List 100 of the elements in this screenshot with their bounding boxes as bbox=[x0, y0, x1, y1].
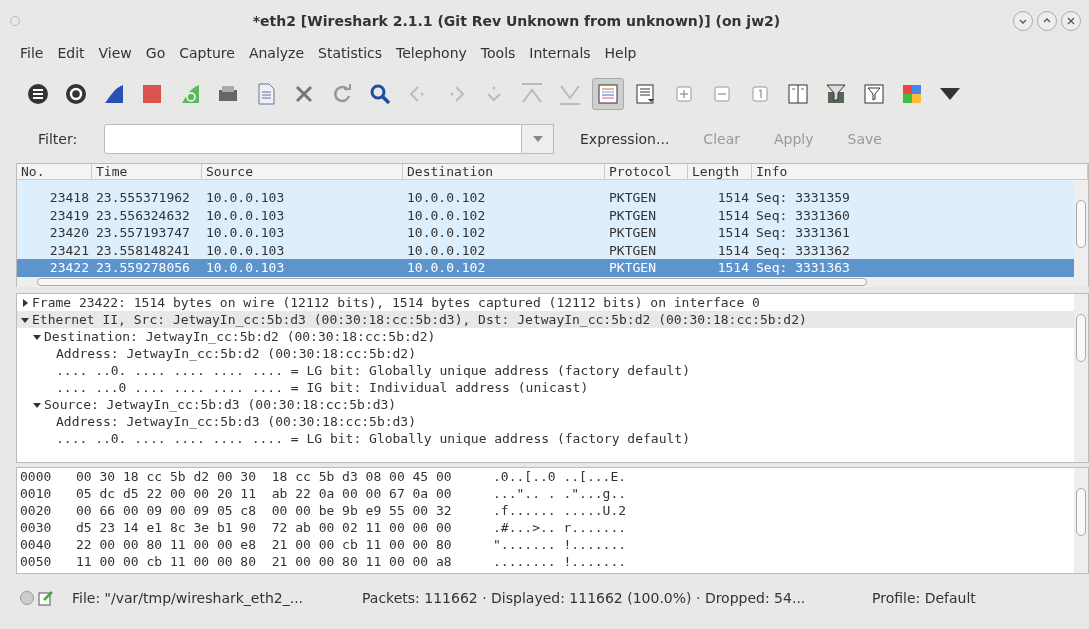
fin-icon bbox=[102, 82, 126, 106]
table-cell-text: 23422 bbox=[48, 260, 90, 276]
menu-item[interactable]: Capture bbox=[179, 45, 235, 61]
column-header[interactable]: Length bbox=[688, 164, 752, 179]
expanded-triangle-icon[interactable] bbox=[33, 400, 41, 409]
table-cell-text: 1514 bbox=[716, 207, 750, 223]
byte-offset: 0030 bbox=[20, 520, 53, 535]
capture-file-status: File: "/var/tmp/wireshark_eth2_... bbox=[72, 590, 305, 606]
minimize-button[interactable] bbox=[1013, 11, 1033, 31]
scrollbar[interactable] bbox=[1074, 294, 1088, 462]
filter-label: Filter: bbox=[38, 131, 79, 147]
menu-item[interactable]: Internals bbox=[529, 45, 591, 61]
profile-status[interactable]: Profile: Default bbox=[872, 590, 976, 606]
menu-item[interactable]: Tools bbox=[480, 45, 516, 61]
filter-field[interactable] bbox=[104, 124, 522, 154]
table-cell-text: 10.0.0.103 bbox=[205, 242, 286, 258]
ascii-bytes: ........ !....... bbox=[493, 554, 627, 569]
colored-lines-icon bbox=[596, 82, 620, 106]
table-cell-text: 23.557193747 bbox=[95, 225, 191, 241]
filter-action-button[interactable]: Expression... bbox=[572, 127, 678, 151]
status-led-icon bbox=[20, 591, 34, 605]
table-cell-text: 1514 bbox=[716, 225, 750, 241]
byte-offset: 0000 bbox=[20, 469, 53, 484]
column-header[interactable]: Time bbox=[92, 164, 202, 179]
tree-item[interactable]: .... ..0. .... .... .... .... = LG bit: Globally unique address (factory default) bbox=[56, 431, 690, 446]
table-cell-text: PKTGEN bbox=[608, 260, 657, 276]
menu-item[interactable]: Analyze bbox=[248, 45, 305, 61]
scrollbar[interactable] bbox=[1074, 468, 1088, 573]
table-cell-text: 10.0.0.103 bbox=[205, 207, 286, 223]
hex-bytes: 05 dc d5 22 00 00 20 11 ab 22 0a 00 00 67 0a 00 bbox=[76, 486, 453, 501]
collapsed-triangle-icon[interactable] bbox=[21, 298, 29, 307]
table-cell-text: Seq: 3331359 bbox=[755, 190, 851, 206]
menu-item[interactable]: Go bbox=[145, 45, 166, 61]
table-cell-text: 23419 bbox=[48, 207, 90, 223]
table-cell-text: Seq: 3331362 bbox=[755, 242, 851, 258]
table-cell-text: 23420 bbox=[48, 225, 90, 241]
table-cell-text: 10.0.0.103 bbox=[205, 190, 286, 206]
ascii-bytes: ...".. . ."...g.. bbox=[493, 486, 627, 501]
funnel-card-icon bbox=[824, 82, 848, 106]
tree-item[interactable]: Frame 23422: 1514 bytes on wire (12112 bits), 1514 bytes captured (12112 bits) on interface 0 bbox=[32, 295, 760, 310]
table-cell-text: PKTGEN bbox=[608, 225, 657, 241]
table-cell-text: 10.0.0.102 bbox=[406, 225, 487, 241]
table-cell-text: PKTGEN bbox=[608, 242, 657, 258]
tree-item[interactable]: Address: JetwayIn_cc:5b:d3 (00:30:18:cc:5b:d3) bbox=[56, 414, 417, 429]
ascii-bytes: .#...>.. r....... bbox=[493, 520, 627, 535]
table-cell-text: 10.0.0.103 bbox=[205, 260, 286, 276]
ascii-bytes: .f...... .....U.2 bbox=[493, 503, 627, 518]
menu-item[interactable]: Help bbox=[604, 45, 637, 61]
column-header[interactable]: Source bbox=[202, 164, 403, 179]
hex-bytes: 00 66 00 09 00 09 05 c8 00 00 be 9b e9 55 00 32 bbox=[76, 503, 453, 518]
window-title: *eth2 [Wireshark 2.1.1 (Git Rev Unknown from unknown)] (on jw2) bbox=[251, 13, 782, 29]
table-cell-text: 1514 bbox=[716, 242, 750, 258]
column-header[interactable]: No. bbox=[17, 164, 92, 179]
table-cell-text: 10.0.0.102 bbox=[406, 207, 487, 223]
ascii-bytes: "....... !....... bbox=[493, 537, 627, 552]
table-cell-text: 10.0.0.103 bbox=[205, 225, 286, 241]
tree-item[interactable]: Source: JetwayIn_cc:5b:d3 (00:30:18:cc:5b:d3) bbox=[44, 397, 397, 412]
close-icon bbox=[1066, 16, 1076, 26]
gear-icon bbox=[64, 82, 88, 106]
table-cell-text: PKTGEN bbox=[608, 190, 657, 206]
filter-dropdown-button[interactable] bbox=[522, 124, 554, 154]
table-cell-text: Seq: 3331361 bbox=[755, 225, 851, 241]
byte-offset: 0040 bbox=[20, 537, 53, 552]
table-cell-text: 23421 bbox=[48, 242, 90, 258]
hex-bytes: 00 30 18 cc 5b d2 00 30 18 cc 5b d3 08 00 45 00 bbox=[76, 469, 453, 484]
scrollbar-thumb[interactable] bbox=[37, 277, 867, 286]
byte-offset: 0010 bbox=[20, 486, 53, 501]
table-cell-text: PKTGEN bbox=[608, 207, 657, 223]
menu-item[interactable]: File bbox=[20, 45, 44, 61]
caret-icon bbox=[532, 136, 543, 142]
expanded-triangle-icon[interactable] bbox=[21, 315, 29, 324]
packet-row[interactable]: 23418 23.555371962 10.0.0.103 10.0.0.102 PKTGEN 1514 Seq: 3331359 bbox=[17, 189, 1074, 207]
tree-item[interactable]: .... ..0. .... .... .... .... = LG bit: Globally unique address (factory default) bbox=[56, 363, 690, 378]
table-cell-text: 10.0.0.102 bbox=[406, 190, 487, 206]
table-cell-text: 23.559278056 bbox=[95, 260, 191, 276]
column-header[interactable]: Destination bbox=[403, 164, 605, 179]
table-cell-text: 23.556324632 bbox=[95, 207, 191, 223]
column-header[interactable]: Info bbox=[752, 164, 1088, 179]
menu-item[interactable]: Telephony bbox=[396, 45, 467, 61]
scrollbar[interactable] bbox=[1074, 180, 1088, 287]
packet-row[interactable]: 23420 23.557193747 10.0.0.103 10.0.0.102 PKTGEN 1514 Seq: 3331361 bbox=[17, 224, 1074, 242]
menu-item[interactable]: Statistics bbox=[318, 45, 383, 61]
packet-count-status: Packets: 111662 · Displayed: 111662 (100.0%) · Dropped: 54... bbox=[362, 590, 807, 606]
menu-item[interactable]: Edit bbox=[57, 45, 85, 61]
colored-lines-button[interactable] bbox=[592, 78, 624, 110]
hex-bytes: 22 00 00 80 11 00 00 e8 21 00 00 cb 11 00 00 80 bbox=[76, 537, 453, 552]
list-icon bbox=[26, 82, 50, 106]
table-cell-text: 23.558148241 bbox=[95, 242, 191, 258]
table-cell-text: 1514 bbox=[716, 190, 750, 206]
tree-item[interactable]: .... ...0 .... .... .... .... = IG bit: Individual address (unicast) bbox=[56, 380, 589, 395]
table-cell-text: 23418 bbox=[48, 190, 90, 206]
column-header[interactable]: Protocol bbox=[605, 164, 688, 179]
tree-item[interactable]: Destination: JetwayIn_cc:5b:d2 (00:30:18:cc:5b:d2) bbox=[44, 329, 436, 344]
menu-item[interactable]: View bbox=[98, 45, 132, 61]
table-cell-text: 10.0.0.102 bbox=[406, 242, 487, 258]
edit-note-icon[interactable] bbox=[38, 590, 54, 606]
stop-icon bbox=[140, 82, 164, 106]
expanded-triangle-icon[interactable] bbox=[33, 332, 41, 341]
tree-item[interactable]: Address: JetwayIn_cc:5b:d2 (00:30:18:cc:5b:d2) bbox=[56, 346, 417, 361]
close-button[interactable] bbox=[1061, 11, 1081, 31]
